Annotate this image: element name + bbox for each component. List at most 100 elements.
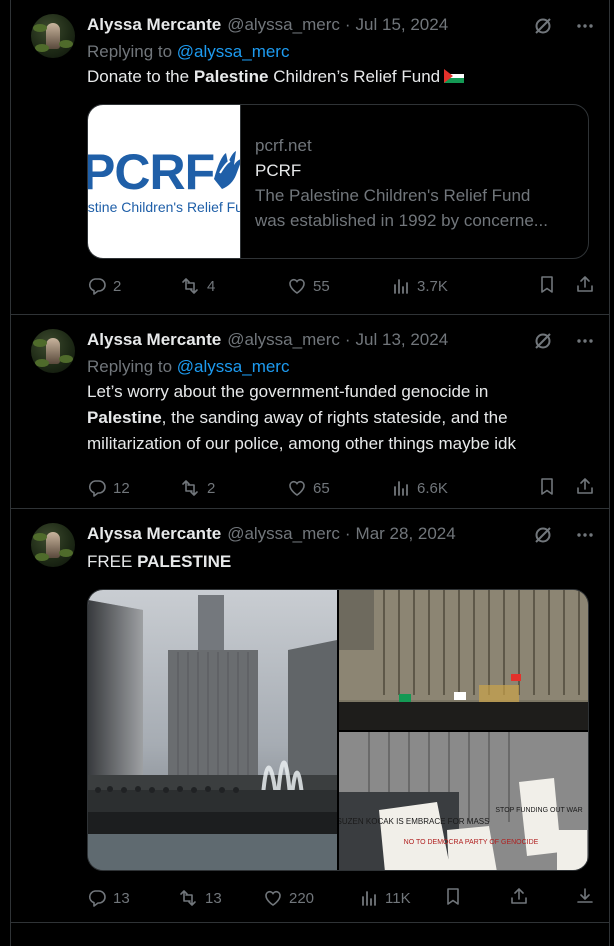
reply-count: 12 bbox=[113, 479, 130, 497]
tweet-text-line: Let’s worry about the government-funded … bbox=[87, 382, 489, 401]
avatar[interactable] bbox=[31, 14, 75, 58]
grok-icon[interactable] bbox=[533, 525, 553, 545]
tweet-text-part: Children’s Relief Fund bbox=[268, 67, 441, 86]
bookmark-icon[interactable] bbox=[443, 886, 463, 910]
author-name[interactable]: Alyssa Mercante bbox=[87, 330, 221, 350]
author-name[interactable]: Alyssa Mercante bbox=[87, 524, 221, 544]
replying-prefix: Replying to bbox=[87, 42, 173, 61]
tweet-text-bold: Palestine bbox=[193, 67, 269, 86]
tweet-date[interactable]: Mar 28, 2024 bbox=[356, 524, 456, 544]
like-button[interactable]: 55 bbox=[287, 276, 391, 296]
tweet-text-part: Donate to the bbox=[87, 67, 194, 86]
more-options-icon[interactable] bbox=[575, 331, 595, 351]
tweet-actions: 13 13 220 11K bbox=[87, 871, 593, 925]
tweet-date[interactable]: Jul 13, 2024 bbox=[356, 330, 449, 350]
view-count: 3.7K bbox=[417, 277, 448, 295]
like-count: 220 bbox=[289, 889, 315, 907]
card-title: PCRF bbox=[255, 161, 302, 180]
replying-prefix: Replying to bbox=[87, 357, 173, 376]
grok-icon[interactable] bbox=[533, 331, 553, 351]
share-icon[interactable] bbox=[575, 274, 595, 298]
tweet-date[interactable]: Jul 15, 2024 bbox=[356, 15, 449, 35]
author-name[interactable]: Alyssa Mercante bbox=[87, 15, 221, 35]
like-button[interactable]: 65 bbox=[287, 478, 391, 498]
views-button[interactable]: 11K bbox=[359, 888, 411, 908]
tweet-text-bold: PALESTINE bbox=[137, 552, 232, 571]
link-card[interactable]: PCRF estine Children's Relief Fu pcrf.ne… bbox=[87, 104, 589, 259]
reply-button[interactable]: 12 bbox=[87, 478, 179, 498]
heart-icon bbox=[289, 480, 305, 496]
tweet-text-bold: Palestine bbox=[87, 408, 162, 427]
repost-button[interactable]: 2 bbox=[179, 478, 287, 498]
repost-count: 4 bbox=[207, 277, 216, 295]
mention-link[interactable]: @alyssa_merc bbox=[177, 357, 290, 376]
heart-icon bbox=[289, 278, 305, 294]
grok-icon[interactable] bbox=[533, 16, 553, 36]
card-domain: pcrf.net bbox=[255, 136, 312, 155]
reply-button[interactable]: 2 bbox=[87, 276, 179, 296]
bookmark-icon[interactable] bbox=[537, 274, 557, 298]
more-options-icon[interactable] bbox=[575, 525, 595, 545]
tweet-header: Alyssa Mercante @alyssa_merc · Jul 13, 2… bbox=[87, 329, 593, 351]
reply-count: 13 bbox=[113, 889, 130, 907]
tweet[interactable]: Alyssa Mercante @alyssa_merc · Jul 13, 2… bbox=[11, 315, 609, 509]
tweet[interactable]: Alyssa Mercante @alyssa_merc · Jul 15, 2… bbox=[11, 0, 609, 315]
hand-icon bbox=[214, 151, 240, 189]
views-icon bbox=[362, 891, 376, 906]
repost-button[interactable]: 4 bbox=[179, 276, 287, 296]
mention-link[interactable]: @alyssa_merc bbox=[177, 42, 290, 61]
tweet-text: FREE PALESTINE bbox=[87, 549, 593, 575]
card-description: The Palestine Children's Relief Fund was… bbox=[255, 183, 575, 233]
separator: · bbox=[344, 15, 351, 34]
repost-icon bbox=[180, 890, 196, 906]
sign-text-1: SUZEN KOCAK IS EMBRACE FOR MASS bbox=[339, 817, 489, 826]
like-button[interactable]: 220 bbox=[263, 888, 359, 908]
views-button[interactable]: 3.7K bbox=[391, 276, 448, 296]
tweet-text-line: militarization of our police, among othe… bbox=[87, 434, 516, 453]
reply-icon bbox=[88, 890, 106, 907]
repost-icon bbox=[182, 480, 198, 496]
separator: · bbox=[344, 524, 351, 543]
views-button[interactable]: 6.6K bbox=[391, 478, 448, 498]
tweet-text: Let’s worry about the government-funded … bbox=[87, 379, 593, 457]
view-count: 11K bbox=[385, 889, 411, 907]
author-handle[interactable]: @alyssa_merc bbox=[227, 330, 340, 350]
protest-photo-1[interactable] bbox=[88, 590, 337, 870]
pcrf-logo-subtitle: estine Children's Relief Fu bbox=[88, 199, 241, 215]
card-description-line: The Palestine Children's Relief Fund bbox=[255, 186, 531, 205]
pcrf-logo-image: PCRF estine Children's Relief Fu bbox=[88, 105, 241, 258]
tweet[interactable]: Alyssa Mercante @alyssa_merc · Mar 28, 2… bbox=[11, 509, 609, 923]
photo-grid[interactable]: SUZEN KOCAK IS EMBRACE FOR MASS NO TO DE… bbox=[87, 589, 589, 871]
share-icon[interactable] bbox=[575, 476, 595, 500]
sign-text-2: NO TO DEMOCRA PARTY OF GENOCIDE bbox=[404, 839, 539, 846]
protest-photo-3[interactable]: SUZEN KOCAK IS EMBRACE FOR MASS NO TO DE… bbox=[339, 732, 588, 870]
bookmark-icon[interactable] bbox=[537, 476, 557, 500]
tweet-actions: 12 2 65 6.6K bbox=[87, 461, 593, 515]
more-options-icon[interactable] bbox=[575, 16, 595, 36]
avatar[interactable] bbox=[31, 523, 75, 567]
author-handle[interactable]: @alyssa_merc bbox=[227, 524, 340, 544]
tweet-actions: 2 4 55 3.7K bbox=[87, 259, 593, 313]
heart-icon bbox=[265, 890, 281, 906]
avatar[interactable] bbox=[31, 329, 75, 373]
repost-button[interactable]: 13 bbox=[177, 888, 263, 908]
replying-to: Replying to @alyssa_merc bbox=[87, 357, 593, 377]
download-icon[interactable] bbox=[575, 886, 595, 910]
timeline: Alyssa Mercante @alyssa_merc · Jul 15, 2… bbox=[10, 0, 610, 946]
repost-count: 2 bbox=[207, 479, 216, 497]
like-count: 55 bbox=[313, 277, 330, 295]
repost-icon bbox=[182, 278, 198, 294]
view-count: 6.6K bbox=[417, 479, 448, 497]
card-description-line: was established in 1992 by concerne... bbox=[255, 211, 548, 230]
protest-photo-2[interactable] bbox=[339, 590, 588, 730]
reply-icon bbox=[88, 278, 106, 295]
reply-icon bbox=[88, 480, 106, 497]
share-icon[interactable] bbox=[509, 886, 529, 910]
author-handle[interactable]: @alyssa_merc bbox=[227, 15, 340, 35]
repost-count: 13 bbox=[205, 889, 222, 907]
tweet-text-part: , the sanding away of rights stateside, … bbox=[161, 408, 508, 427]
separator: · bbox=[344, 330, 351, 349]
reply-button[interactable]: 13 bbox=[87, 888, 177, 908]
pcrf-logo-text: PCRF bbox=[88, 144, 215, 200]
tweet-text: Donate to the Palestine Children’s Relie… bbox=[87, 64, 593, 90]
